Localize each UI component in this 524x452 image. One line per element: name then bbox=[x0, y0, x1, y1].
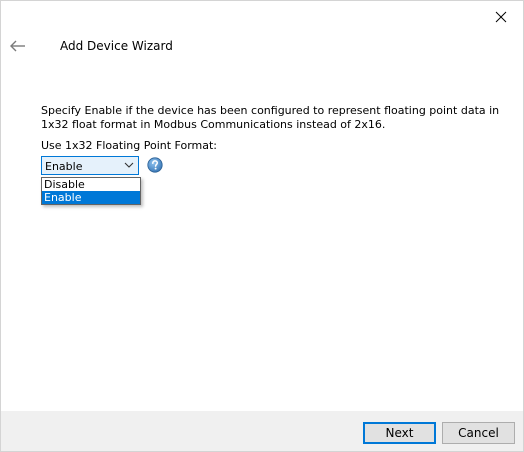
close-button[interactable] bbox=[493, 9, 509, 25]
next-button[interactable]: Next bbox=[363, 422, 436, 444]
cancel-button[interactable]: Cancel bbox=[442, 422, 515, 444]
wizard-footer: Next Cancel bbox=[1, 411, 523, 451]
floating-point-format-label: Use 1x32 Floating Point Format: bbox=[41, 139, 217, 152]
close-icon bbox=[495, 11, 507, 23]
select-current-value: Enable bbox=[45, 160, 83, 173]
option-disable[interactable]: Disable bbox=[42, 178, 140, 191]
back-button[interactable] bbox=[9, 38, 27, 54]
floating-point-format-select[interactable]: Enable bbox=[41, 156, 139, 175]
add-device-wizard-window: Add Device Wizard Specify Enable if the … bbox=[0, 0, 524, 452]
option-enable[interactable]: Enable bbox=[42, 191, 140, 204]
chevron-down-icon bbox=[124, 162, 134, 169]
floating-point-format-options: Disable Enable bbox=[41, 177, 141, 205]
back-arrow-icon bbox=[10, 40, 25, 52]
wizard-title: Add Device Wizard bbox=[60, 39, 173, 53]
help-icon[interactable] bbox=[147, 157, 163, 173]
wizard-description: Specify Enable if the device has been co… bbox=[41, 104, 500, 131]
